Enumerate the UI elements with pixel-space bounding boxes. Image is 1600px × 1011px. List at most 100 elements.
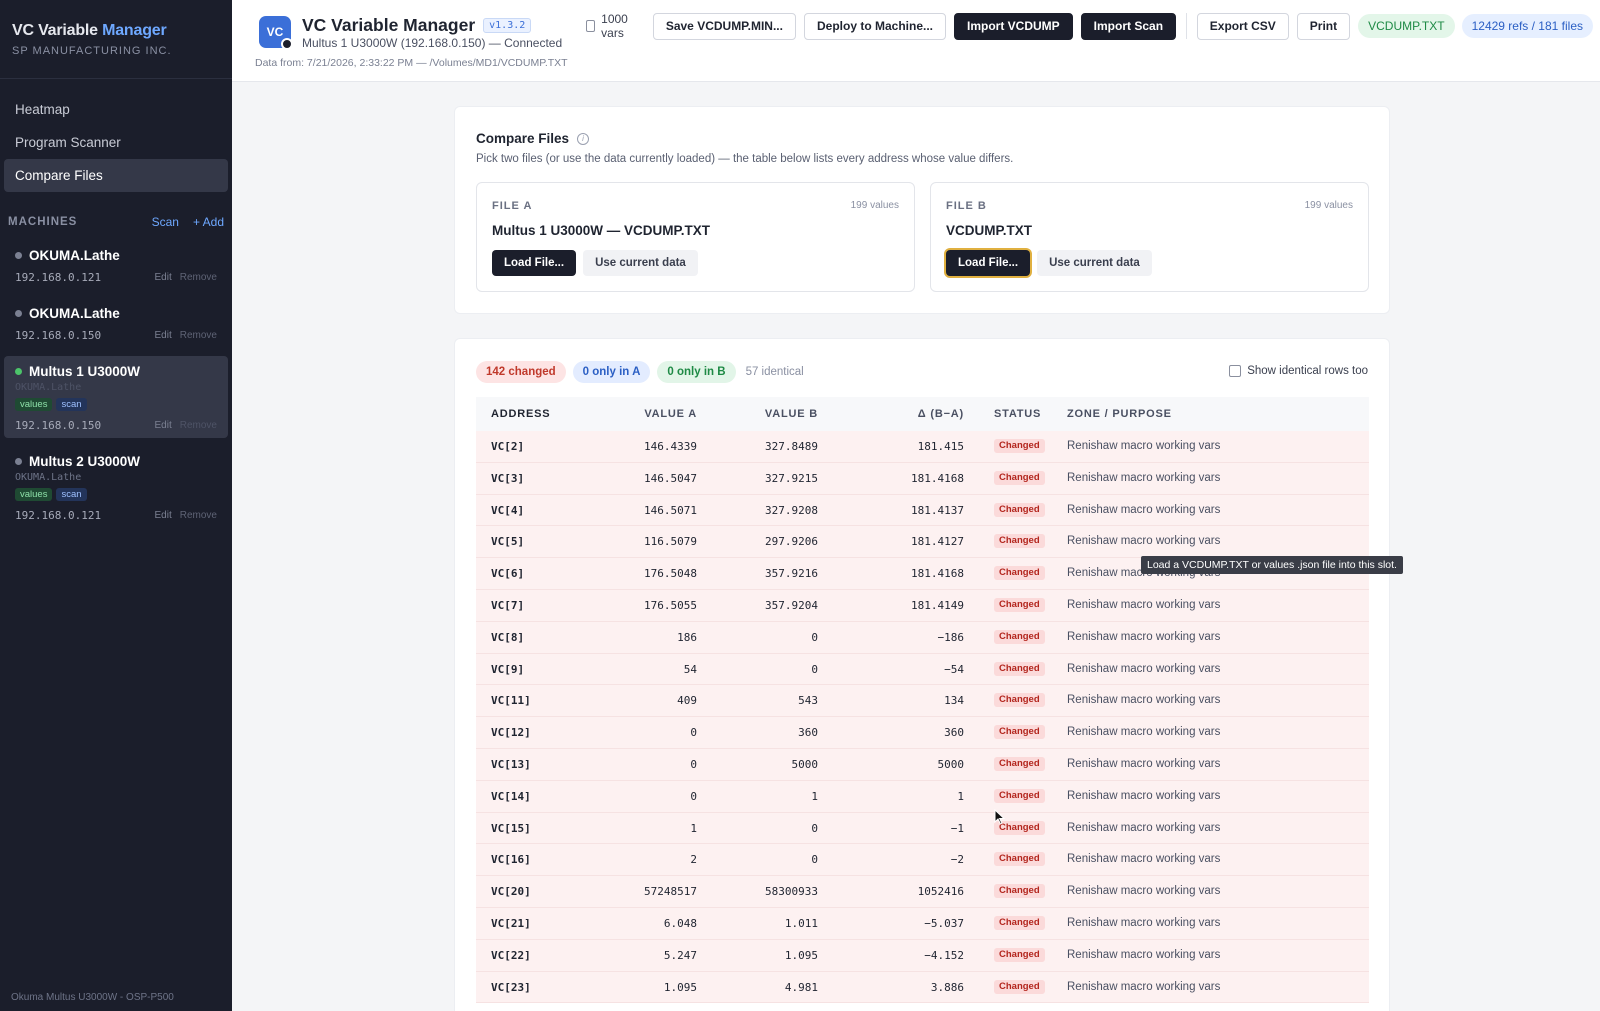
connected-dot <box>15 368 22 375</box>
loaded-file-pill: VCDUMP.TXT <box>1358 14 1455 38</box>
machine-ip: 192.168.0.150 <box>15 419 102 432</box>
table-row[interactable]: VC[15] 1 0 −1 Changed Renishaw macro working … <box>476 812 1369 845</box>
table-row[interactable]: VC[3] 146.5047 327.9215 181.4168 Changed Reni… <box>476 462 1369 495</box>
cell-value-a: 116.5079 <box>644 535 697 549</box>
export-csv-button[interactable]: Export CSV <box>1196 12 1289 40</box>
show-identical-toggle[interactable]: Show identical rows too <box>1229 365 1368 377</box>
cell-value-a: 6.048 <box>663 916 697 930</box>
print-button[interactable]: Print <box>1296 12 1351 40</box>
vars-1000-checkbox[interactable] <box>586 20 596 32</box>
table-row[interactable]: VC[4] 146.5071 327.9208 181.4137 Changed Reni… <box>476 494 1369 527</box>
status-badge: Changed <box>994 597 1045 612</box>
machine-ip: 192.168.0.121 <box>15 509 102 522</box>
table-row[interactable]: VC[8] 186 0 −186 Changed Renishaw macro worki… <box>476 621 1369 654</box>
edit-machine-link[interactable]: Edit <box>155 330 172 341</box>
data-source-info: Data from: 7/21/2026, 2:33:22 PM — /Volu… <box>255 57 568 69</box>
cell-value-a: 0 <box>690 789 697 803</box>
table-row[interactable]: VC[12] 0 360 360 Changed Renishaw macro worki… <box>476 717 1369 749</box>
status-badge: Changed <box>994 693 1045 708</box>
cell-value-a: 0 <box>690 726 697 740</box>
scan-machines-button[interactable]: Scan <box>152 215 179 229</box>
table-row[interactable]: VC[20] 57248517 58300933 1052416 Changed Reni… <box>476 876 1369 908</box>
remove-machine-link[interactable]: Remove <box>180 420 217 431</box>
col-delta[interactable]: Δ (B−A) <box>818 397 964 431</box>
file-a-use-current-button[interactable]: Use current data <box>583 250 698 276</box>
file-a-load-button[interactable]: Load File... <box>492 250 577 276</box>
col-address[interactable]: ADDRESS <box>476 397 594 431</box>
machine-item[interactable]: OKUMA.Lathe 192.168.0.121 Edit Remove <box>4 240 228 290</box>
diff-summary: 142 changed 0 only in A 0 only in B 57 i… <box>476 361 804 383</box>
vars-1000-toggle[interactable]: 1000 vars <box>586 12 639 40</box>
import-scan-button[interactable]: Import Scan <box>1080 12 1177 40</box>
file-b-count: 199 values <box>1304 200 1353 211</box>
remove-machine-link[interactable]: Remove <box>180 272 217 283</box>
edit-machine-link[interactable]: Edit <box>155 272 172 283</box>
table-row[interactable]: VC[22] 5.247 1.095 −4.152 Changed Renishaw ma… <box>476 939 1369 972</box>
cell-delta: 3.886 <box>930 980 964 994</box>
nav-item-program-scanner[interactable]: Program Scanner <box>4 126 228 159</box>
machine-type: OKUMA.Lathe <box>15 472 82 483</box>
cell-value-a: 1 <box>690 821 697 835</box>
cell-value-b: 357.9216 <box>765 567 818 581</box>
cell-zone: Renishaw macro working vars <box>1067 980 1221 993</box>
col-zone[interactable]: ZONE / PURPOSE <box>1067 397 1369 431</box>
import-vcdump-button[interactable]: Import VCDUMP <box>954 12 1073 40</box>
cell-status: Changed <box>964 654 1067 685</box>
col-value-b[interactable]: VALUE B <box>697 397 818 431</box>
table-row[interactable]: VC[7] 176.5055 357.9204 181.4149 Changed Reni… <box>476 589 1369 622</box>
cell-zone: Renishaw macro working vars <box>1067 726 1221 739</box>
nav-item-heatmap[interactable]: Heatmap <box>4 93 228 126</box>
cell-value-a: 146.5071 <box>644 503 697 517</box>
machines-header: MACHINES Scan + Add <box>0 212 232 232</box>
cell-address: VC[13] <box>491 757 531 771</box>
edit-machine-link[interactable]: Edit <box>155 510 172 521</box>
col-status[interactable]: STATUS <box>964 397 1067 431</box>
machine-item-active[interactable]: Multus 1 U3000W OKUMA.Lathe values scan … <box>4 356 228 438</box>
machine-name: OKUMA.Lathe <box>29 248 120 263</box>
cell-address: VC[5] <box>491 535 525 549</box>
cell-address: VC[4] <box>491 503 525 517</box>
table-row[interactable]: VC[2] 146.4339 327.8489 181.415 Changed Renis… <box>476 431 1369 463</box>
remove-machine-link[interactable]: Remove <box>180 330 217 341</box>
compare-files-card: Compare Files i Pick two files (or use t… <box>454 106 1390 314</box>
status-badge: Changed <box>994 884 1045 899</box>
col-value-a[interactable]: VALUE A <box>594 397 697 431</box>
table-body: VC[2] 146.4339 327.8489 181.415 Changed Renis… <box>476 431 1369 1004</box>
machine-name: Multus 2 U3000W <box>29 454 141 469</box>
cell-value-a: 146.4339 <box>644 440 697 453</box>
remove-machine-link[interactable]: Remove <box>180 510 217 521</box>
app-title-text: VC Variable Manager <box>302 15 476 35</box>
table-row[interactable]: VC[16] 2 0 −2 Changed Renishaw macro working … <box>476 844 1369 877</box>
add-machine-button[interactable]: + Add <box>193 215 224 229</box>
cell-status: Changed <box>964 622 1067 653</box>
info-icon[interactable]: i <box>577 132 590 145</box>
machine-item[interactable]: OKUMA.Lathe 192.168.0.150 Edit Remove <box>4 298 228 348</box>
deploy-to-machine-button[interactable]: Deploy to Machine... <box>803 12 946 40</box>
show-identical-checkbox[interactable] <box>1229 365 1242 377</box>
cell-status: Changed <box>964 526 1067 557</box>
cell-value-a: 409 <box>677 694 697 708</box>
status-badge: Changed <box>994 438 1045 453</box>
edit-machine-link[interactable]: Edit <box>155 420 172 431</box>
cell-address: VC[22] <box>491 948 531 962</box>
table-row[interactable]: VC[21] 6.048 1.011 −5.037 Changed Renishaw ma… <box>476 907 1369 940</box>
cell-value-b: 543 <box>798 694 818 708</box>
table-row[interactable]: VC[13] 0 5000 5000 Changed Renishaw macro wor… <box>476 748 1369 781</box>
cell-address: VC[16] <box>491 853 531 867</box>
status-badge: Changed <box>994 534 1045 549</box>
vars-1000-label: 1000 vars <box>601 12 628 40</box>
save-vcdump-button[interactable]: Save VCDUMP.MIN... <box>652 12 796 40</box>
table-row[interactable]: VC[5] 116.5079 297.9206 181.4127 Changed Reni… <box>476 526 1369 559</box>
cell-delta: 181.4149 <box>911 598 964 612</box>
machine-item[interactable]: Multus 2 U3000W OKUMA.Lathe values scan … <box>4 446 228 528</box>
cell-delta: 5000 <box>937 757 965 771</box>
table-row[interactable]: VC[23] 1.095 4.981 3.886 Changed Renishaw mac… <box>476 971 1369 1004</box>
table-row[interactable]: VC[11] 409 543 134 Changed Renishaw macro wor… <box>476 685 1369 718</box>
file-b-use-current-button[interactable]: Use current data <box>1037 250 1152 276</box>
nav-item-compare-files[interactable]: Compare Files <box>4 159 228 192</box>
cell-status: Changed <box>964 876 1067 907</box>
table-row[interactable]: VC[14] 0 1 1 Changed Renishaw macro working v… <box>476 780 1369 813</box>
file-b-load-button[interactable]: Load File... <box>946 250 1031 276</box>
cell-delta: 134 <box>944 694 964 708</box>
table-row[interactable]: VC[9] 54 0 −54 Changed Renishaw macro working… <box>476 653 1369 686</box>
